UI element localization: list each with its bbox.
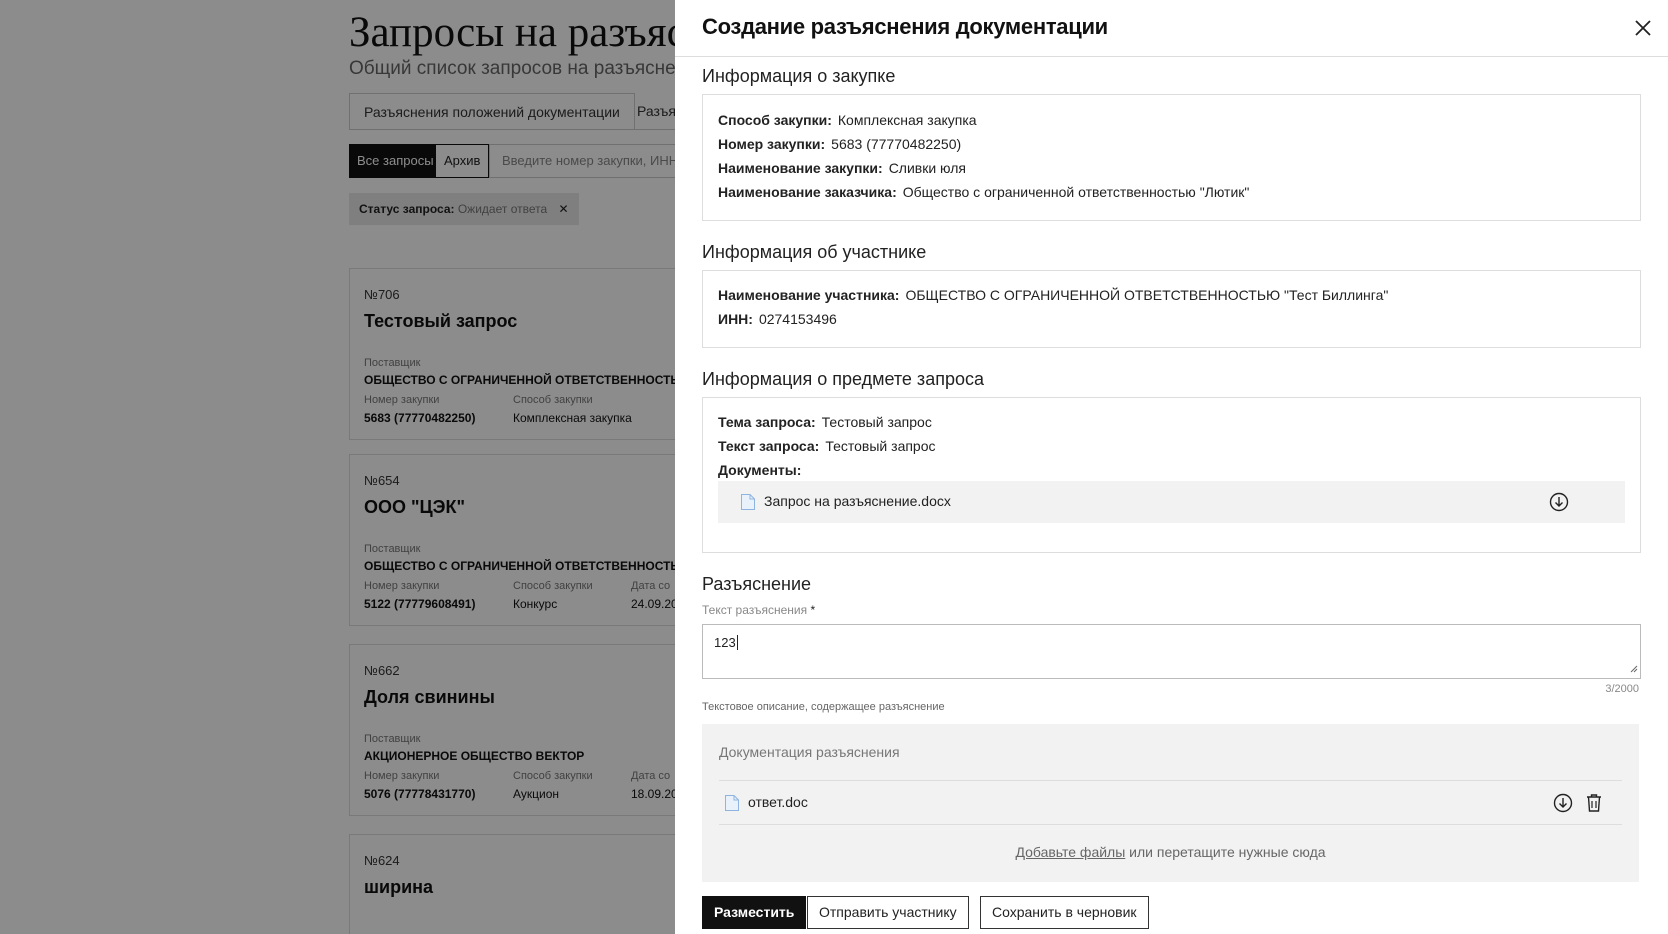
participant-inn-label: ИНН: [718, 311, 753, 327]
document-icon [724, 794, 740, 817]
subject-info-box: Тема запроса: Тестовый запрос Текст запро… [702, 397, 1641, 553]
documents-label: Документы: [718, 462, 802, 478]
character-counter: 3/2000 [1605, 683, 1639, 695]
clarification-field-label-text: Текст разъяснения [702, 603, 808, 617]
publish-button[interactable]: Разместить [702, 896, 807, 929]
purchase-method-label: Способ закупки: [718, 112, 832, 128]
request-topic-row: Тема запроса: Тестовый запрос [718, 414, 932, 430]
documents-label-row: Документы: [718, 462, 807, 478]
request-text-label: Текст запроса: [718, 438, 820, 454]
download-icon[interactable] [1553, 793, 1573, 818]
upload-hint: Добавьте файлы или перетащите нужные сюд… [702, 844, 1639, 860]
participant-inn-value: 0274153496 [758, 311, 837, 327]
purchase-number-value: 5683 (77770482250) [831, 136, 962, 152]
purchase-name-row: Наименование закупки: Сливки юля [718, 160, 966, 176]
participant-name-label: Наименование участника: [718, 287, 900, 303]
request-text-row: Текст запроса: Тестовый запрос [718, 438, 936, 454]
request-topic-value: Тестовый запрос [821, 414, 932, 430]
save-draft-button[interactable]: Сохранить в черновик [980, 896, 1149, 929]
request-file-name[interactable]: Запрос на разъяснение.docx [764, 493, 951, 509]
purchase-info-box: Способ закупки: Комплексная закупка Номер… [702, 94, 1641, 221]
upload-hint-rest: или перетащите нужные сюда [1125, 844, 1326, 860]
resize-grip-icon[interactable] [1628, 661, 1638, 676]
clarification-heading: Разъяснение [702, 574, 812, 594]
purchase-info-heading: Информация о закупке [702, 66, 896, 86]
clarification-docs-heading: Документация разъяснения [719, 744, 900, 760]
divider [719, 780, 1622, 781]
participant-info-box: Наименование участника: ОБЩЕСТВО С ОГРАНИ… [702, 270, 1641, 348]
purchase-number-label: Номер закупки: [718, 136, 826, 152]
participant-name-row: Наименование участника: ОБЩЕСТВО С ОГРАНИ… [718, 287, 1388, 303]
close-icon[interactable] [1631, 16, 1655, 40]
customer-name-value: Общество с ограниченной ответственностью… [902, 184, 1250, 200]
clarification-text-value: 123 [714, 635, 738, 650]
request-topic-label: Тема запроса: [718, 414, 816, 430]
add-files-link[interactable]: Добавьте файлы [1015, 844, 1125, 860]
clarification-field-label: Текст разъяснения * [702, 603, 815, 617]
request-text-value: Тестовый запрос [825, 438, 936, 454]
purchase-method-value: Комплексная закупка [837, 112, 977, 128]
purchase-method-row: Способ закупки: Комплексная закупка [718, 112, 977, 128]
participant-inn-row: ИНН: 0274153496 [718, 311, 837, 327]
purchase-number-row: Номер закупки: 5683 (77770482250) [718, 136, 961, 152]
customer-name-label: Наименование заказчика: [718, 184, 897, 200]
download-icon[interactable] [1549, 492, 1569, 517]
participant-info-heading: Информация об участнике [702, 242, 927, 262]
send-to-participant-button[interactable]: Отправить участнику [807, 896, 969, 929]
drawer-header: Создание разъяснения документации [675, 0, 1668, 57]
drawer-title: Создание разъяснения документации [702, 14, 1108, 39]
participant-name-value: ОБЩЕСТВО С ОГРАНИЧЕННОЙ ОТВЕТСТВЕННОСТЬЮ… [905, 287, 1389, 303]
required-mark: * [810, 603, 816, 617]
purchase-name-value: Сливки юля [888, 160, 967, 176]
text-caret [736, 635, 738, 650]
answer-file-name[interactable]: ответ.doc [748, 794, 808, 810]
customer-name-row: Наименование заказчика: Общество с ограни… [718, 184, 1249, 200]
clarification-text: 123 [714, 635, 736, 650]
clarification-textarea[interactable]: 123 [702, 624, 1641, 679]
subject-info-heading: Информация о предмете запроса [702, 369, 984, 389]
purchase-name-label: Наименование закупки: [718, 160, 883, 176]
clarification-drawer: Создание разъяснения документации Информ… [675, 0, 1668, 934]
divider [719, 824, 1622, 825]
clarification-docs-dropzone[interactable]: Документация разъяснения ответ.doc Добав… [702, 724, 1639, 882]
document-icon [740, 493, 756, 516]
request-file-row[interactable]: Запрос на разъяснение.docx [718, 481, 1625, 523]
clarification-hint: Текстовое описание, содержащее разъяснен… [702, 701, 945, 713]
trash-icon[interactable] [1585, 793, 1603, 818]
